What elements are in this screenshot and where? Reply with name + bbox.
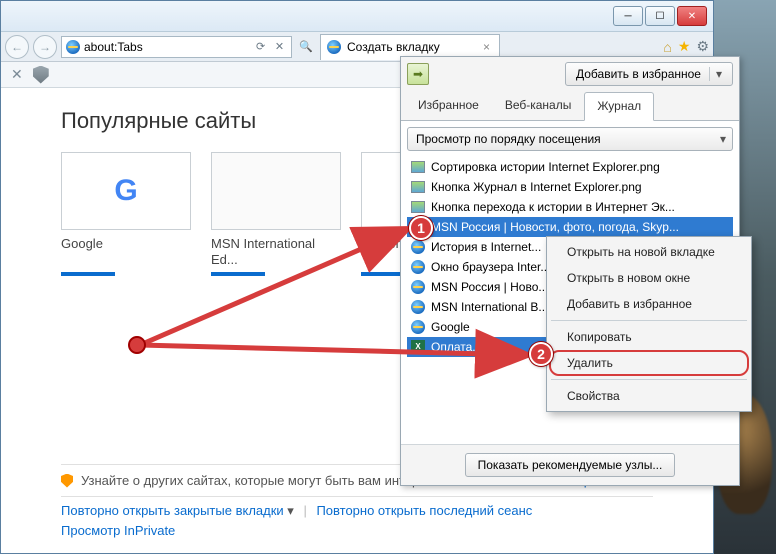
- ctx-open-new-tab[interactable]: Открыть на новой вкладке: [549, 239, 749, 265]
- show-suggested-sites-button[interactable]: Показать рекомендуемые узлы...: [465, 453, 676, 477]
- toolbar-right: ⌂ ★ ⚙: [663, 38, 709, 55]
- refresh-button[interactable]: ⟳: [253, 40, 268, 53]
- ctx-open-new-window[interactable]: Открыть в новом окне: [549, 265, 749, 291]
- reopen-closed-tabs-link[interactable]: Повторно открыть закрытые вкладки: [61, 503, 284, 518]
- add-to-favorites-button[interactable]: Добавить в избранное ▾: [565, 62, 733, 86]
- tile-label: MSN International Ed...: [211, 236, 341, 268]
- tab-feeds[interactable]: Веб-каналы: [492, 91, 585, 120]
- add-to-favorites-label: Добавить в избранное: [576, 67, 701, 81]
- address-bar[interactable]: ⟳ ✕: [61, 36, 292, 58]
- tile-accent-bar: [211, 272, 265, 276]
- ie-favicon-icon: [66, 40, 80, 54]
- inprivate-link[interactable]: Просмотр InPrivate: [61, 523, 175, 538]
- back-button[interactable]: ←: [5, 35, 29, 59]
- image-file-icon: [411, 181, 425, 193]
- ie-page-icon: [411, 260, 425, 274]
- shield-icon: [61, 474, 73, 488]
- tools-gear-icon[interactable]: ⚙: [696, 38, 709, 55]
- separator: [551, 379, 747, 380]
- discover-text: Узнайте о других сайтах, которые могут б…: [81, 473, 450, 488]
- pin-pane-button[interactable]: ➡: [407, 63, 429, 85]
- add-to-favorites-dropdown-icon[interactable]: ▾: [709, 67, 722, 81]
- stop-button[interactable]: ✕: [272, 40, 287, 53]
- ctx-copy[interactable]: Копировать: [549, 324, 749, 350]
- favorites-star-icon[interactable]: ★: [678, 38, 691, 55]
- close-tabs-icon[interactable]: ✕: [11, 66, 23, 83]
- tile-label: Google: [61, 236, 191, 268]
- home-icon[interactable]: ⌂: [663, 39, 671, 55]
- forward-button[interactable]: →: [33, 35, 57, 59]
- separator: [551, 320, 747, 321]
- favorites-tabs: Избранное Веб-каналы Журнал: [401, 91, 739, 121]
- minimize-button[interactable]: ─: [613, 6, 643, 26]
- annotation-origin-dot: [128, 336, 146, 354]
- ie-page-icon: [411, 280, 425, 294]
- reopen-last-session-link[interactable]: Повторно открыть последний сеанс: [316, 503, 532, 518]
- tile-accent-bar: [61, 272, 115, 276]
- tab-close-button[interactable]: ×: [480, 40, 493, 54]
- favorites-pane-header: ➡ Добавить в избранное ▾: [401, 57, 739, 91]
- annotation-badge-2: 2: [529, 342, 553, 366]
- tab-history[interactable]: Журнал: [584, 92, 654, 121]
- history-context-menu: Открыть на новой вкладке Открыть в новом…: [546, 236, 752, 412]
- tab-favicon-icon: [327, 40, 341, 54]
- maximize-button[interactable]: ☐: [645, 6, 675, 26]
- tile-google[interactable]: G Google: [61, 152, 191, 276]
- history-item[interactable]: Сортировка истории Internet Explorer.png: [407, 157, 733, 177]
- ie-page-icon: [411, 240, 425, 254]
- title-bar: ─ ☐ ✕: [1, 1, 713, 32]
- history-item-selected[interactable]: MSN Россия | Новости, фото, погода, Skyp…: [407, 217, 733, 237]
- history-item[interactable]: Кнопка Журнал в Internet Explorer.png: [407, 177, 733, 197]
- ie-page-icon: [411, 320, 425, 334]
- tab-title: Создать вкладку: [347, 40, 440, 54]
- history-view-dropdown[interactable]: Просмотр по порядку посещения: [407, 127, 733, 151]
- excel-file-icon: X: [411, 340, 425, 354]
- search-icon[interactable]: 🔍: [296, 40, 316, 53]
- google-logo-icon: G: [114, 174, 137, 208]
- address-input[interactable]: [84, 40, 249, 54]
- image-file-icon: [411, 161, 425, 173]
- ctx-delete[interactable]: Удалить: [549, 350, 749, 376]
- annotation-badge-1: 1: [409, 216, 433, 240]
- window-close-button[interactable]: ✕: [677, 6, 707, 26]
- image-file-icon: [411, 201, 425, 213]
- ie-page-icon: [411, 300, 425, 314]
- tracking-protection-icon[interactable]: [33, 66, 49, 84]
- ctx-properties[interactable]: Свойства: [549, 383, 749, 409]
- tab-favorites[interactable]: Избранное: [405, 91, 492, 120]
- tile-msn-intl[interactable]: MSN International Ed...: [211, 152, 341, 276]
- bottom-links: Повторно открыть закрытые вкладки ▾ | По…: [61, 501, 653, 541]
- favorites-footer: Показать рекомендуемые узлы...: [401, 444, 739, 485]
- ctx-add-favorite[interactable]: Добавить в избранное: [549, 291, 749, 317]
- history-item[interactable]: Кнопка перехода к истории в Интернет Эк.…: [407, 197, 733, 217]
